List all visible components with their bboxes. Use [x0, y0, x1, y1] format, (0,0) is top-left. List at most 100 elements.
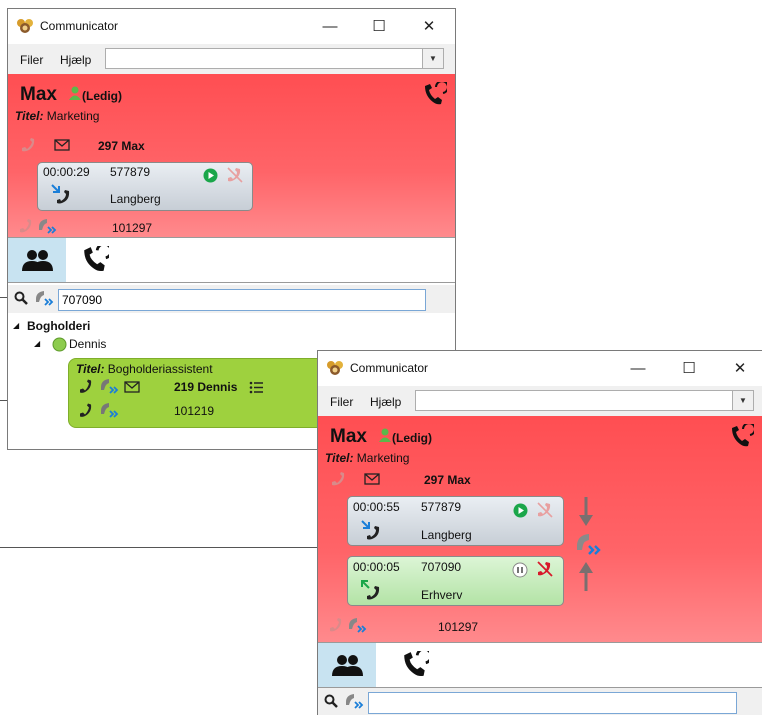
tree-expand-icon[interactable]: ◢ — [34, 339, 40, 348]
transfer-icon[interactable] — [345, 617, 369, 634]
user-name: Max — [330, 426, 367, 447]
phone-icon[interactable] — [78, 379, 94, 395]
call-duration: 00:00:05 — [353, 560, 400, 574]
menu-filer[interactable]: Filer — [20, 53, 43, 67]
menu-hjaelp[interactable]: Hjælp — [60, 53, 91, 67]
quick-dial-combo[interactable]: ▼ — [415, 390, 754, 411]
title-bar: Communicator — ☐ ✕ — [8, 9, 455, 44]
user-status-panel: Max (Ledig) Titel: Marketing 297 Max 00:… — [318, 416, 762, 643]
play-icon[interactable] — [513, 503, 528, 518]
search-icon[interactable] — [14, 291, 28, 305]
call-number: 707090 — [421, 560, 462, 574]
transfer-between-calls-icon[interactable] — [572, 533, 606, 559]
user-number: 101297 — [438, 620, 479, 634]
call-number: 577879 — [421, 500, 462, 514]
person-available-icon — [69, 86, 81, 100]
user-status: (Ledig) — [82, 89, 122, 103]
tab-bar — [8, 237, 455, 283]
call-card-held[interactable]: 00:00:55 577879 Langberg — [347, 496, 564, 546]
phone-icon[interactable] — [328, 618, 344, 633]
transfer-icon[interactable] — [97, 378, 121, 395]
contact-extension: 219 Dennis — [174, 380, 238, 394]
transfer-icon[interactable] — [35, 218, 59, 235]
mail-icon[interactable] — [54, 139, 70, 151]
close-button[interactable]: ✕ — [725, 357, 755, 379]
quick-dial-combo[interactable]: ▼ — [105, 48, 444, 69]
communicator-app-icon — [17, 19, 33, 33]
close-button[interactable]: ✕ — [414, 15, 444, 37]
tab-call-history[interactable] — [66, 238, 124, 282]
call-history-icon — [404, 651, 429, 677]
menu-hjaelp[interactable]: Hjælp — [370, 395, 401, 409]
search-row — [8, 285, 455, 313]
arrow-down-icon — [579, 497, 593, 526]
contacts-icon — [332, 655, 363, 676]
search-icon[interactable] — [324, 694, 338, 708]
caller-name: Erhverv — [421, 588, 463, 602]
phone-icon[interactable] — [18, 219, 34, 234]
user-status: (Ledig) — [392, 431, 432, 445]
contact-card-dennis[interactable]: Titel: Bogholderiassistent 219 Dennis 10… — [68, 358, 328, 428]
search-row — [318, 688, 762, 715]
contact-number: 101219 — [174, 404, 215, 418]
tab-contacts[interactable] — [318, 643, 376, 687]
window-title: Communicator — [40, 19, 119, 33]
menu-filer[interactable]: Filer — [330, 395, 353, 409]
user-title: Titel: Marketing — [325, 451, 410, 465]
chevron-down-icon[interactable]: ▼ — [732, 391, 753, 410]
minimize-button[interactable]: — — [315, 15, 345, 37]
maximize-button[interactable]: ☐ — [674, 357, 704, 379]
call-duration: 00:00:55 — [353, 500, 400, 514]
tab-bar — [318, 642, 762, 688]
tree-expand-icon[interactable]: ◢ — [13, 321, 19, 330]
contact-title: Titel: Bogholderiassistent — [76, 362, 213, 376]
play-icon[interactable] — [203, 168, 218, 183]
transfer-icon[interactable] — [32, 290, 56, 307]
phone-icon[interactable] — [78, 403, 94, 419]
person-available-icon — [379, 428, 391, 442]
list-icon[interactable] — [249, 381, 263, 394]
pause-icon[interactable] — [512, 562, 528, 578]
call-card-active[interactable]: 00:00:05 707090 Erhverv — [347, 556, 564, 606]
search-input[interactable] — [368, 692, 737, 714]
extension-label: 297 Max — [424, 473, 471, 487]
search-input[interactable] — [58, 289, 426, 311]
contacts-icon — [22, 250, 53, 271]
arrow-up-icon — [579, 562, 593, 591]
user-number: 101297 — [112, 221, 153, 235]
communicator-window-2: Communicator — ☐ ✕ Filer Hjælp ▼ Max (Le… — [317, 350, 762, 715]
mail-icon[interactable] — [124, 381, 140, 393]
minimize-button[interactable]: — — [623, 357, 653, 379]
mail-icon[interactable] — [364, 473, 380, 485]
tab-contacts[interactable] — [8, 238, 66, 282]
communicator-app-icon — [327, 361, 343, 375]
window-title: Communicator — [350, 361, 429, 375]
transfer-icon[interactable] — [97, 402, 121, 419]
group-bogholderi[interactable]: Bogholderi — [27, 319, 90, 333]
caller-name: Langberg — [421, 528, 472, 542]
menu-bar: Filer Hjælp ▼ — [318, 386, 762, 416]
call-history-icon[interactable] — [421, 82, 447, 108]
incoming-call-icon — [51, 184, 70, 204]
phone-icon[interactable] — [20, 137, 38, 153]
call-number: 577879 — [110, 165, 151, 179]
user-status-panel: Max (Ledig) Titel: Marketing 297 Max 00:… — [8, 74, 455, 237]
extension-label: 297 Max — [98, 139, 145, 153]
hangup-icon[interactable] — [535, 501, 555, 519]
contact-dennis[interactable]: Dennis — [69, 337, 106, 351]
transfer-icon[interactable] — [342, 693, 366, 710]
title-bar: Communicator — ☐ ✕ — [318, 351, 762, 386]
maximize-button[interactable]: ☐ — [364, 15, 394, 37]
menu-bar: Filer Hjælp ▼ — [8, 44, 455, 74]
tab-call-history[interactable] — [386, 643, 444, 687]
call-duration: 00:00:29 — [43, 165, 90, 179]
call-history-icon — [84, 246, 109, 272]
phone-icon[interactable] — [330, 471, 348, 487]
incoming-call-icon — [361, 520, 380, 540]
call-card[interactable]: 00:00:29 577879 Langberg — [37, 162, 253, 211]
hangup-icon[interactable] — [535, 560, 555, 578]
chevron-down-icon[interactable]: ▼ — [422, 49, 443, 68]
user-name: Max — [20, 84, 57, 105]
call-history-icon[interactable] — [728, 424, 754, 450]
hangup-icon[interactable] — [225, 166, 245, 184]
